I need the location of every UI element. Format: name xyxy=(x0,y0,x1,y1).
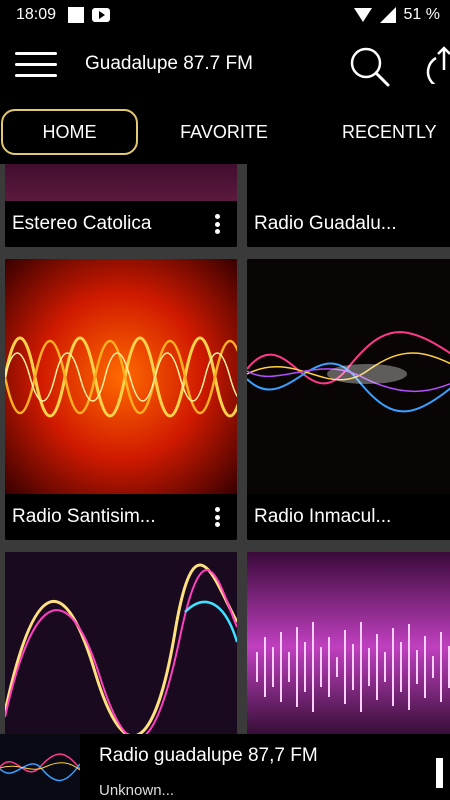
station-card[interactable]: Radio Santisim... xyxy=(5,259,237,540)
station-card[interactable] xyxy=(5,552,237,734)
player-artwork xyxy=(0,734,80,800)
menu-icon[interactable] xyxy=(15,52,57,78)
station-artwork xyxy=(5,164,237,201)
battery-percent: 51 % xyxy=(403,6,440,23)
more-options-icon[interactable] xyxy=(215,214,221,234)
station-artwork xyxy=(247,259,450,494)
pause-icon[interactable] xyxy=(436,758,450,788)
station-artwork xyxy=(247,552,450,734)
status-time: 18:09 xyxy=(16,6,57,23)
station-name: Radio Guadalu... xyxy=(254,213,397,234)
signal-icon xyxy=(379,7,396,23)
app-title: Guadalupe 87.7 FM xyxy=(85,53,253,74)
more-options-icon[interactable] xyxy=(215,507,221,527)
tab-bar: HOME FAVORITE RECENTLY xyxy=(0,100,450,164)
station-name: Radio Inmacul... xyxy=(254,506,392,527)
app-bar: Guadalupe 87.7 FM xyxy=(0,30,450,100)
station-grid: Estereo Catolica Radio Guadalu... Radio … xyxy=(0,164,450,734)
station-card[interactable] xyxy=(247,552,450,734)
station-card[interactable]: Estereo Catolica xyxy=(5,164,237,247)
notification-icon xyxy=(68,7,85,23)
mini-player[interactable]: Radio guadalupe 87,7 FM Unknown... xyxy=(0,734,450,800)
station-name: Radio Santisim... xyxy=(12,506,156,527)
status-bar: 18:09 51 % xyxy=(0,0,450,30)
station-artwork xyxy=(5,552,237,734)
search-icon[interactable] xyxy=(348,45,392,89)
station-card[interactable]: Radio Inmacul... xyxy=(247,259,450,540)
tab-recently[interactable]: RECENTLY xyxy=(342,109,450,155)
player-title: Radio guadalupe 87,7 FM xyxy=(99,745,318,766)
player-subtitle: Unknown... xyxy=(99,782,175,799)
youtube-icon xyxy=(92,8,111,22)
wifi-icon xyxy=(353,8,372,22)
station-name: Estereo Catolica xyxy=(12,213,152,234)
station-artwork xyxy=(5,259,237,494)
tab-home[interactable]: HOME xyxy=(1,109,138,155)
station-card[interactable]: Radio Guadalu... xyxy=(247,164,450,247)
station-artwork xyxy=(247,164,450,201)
share-icon[interactable] xyxy=(424,44,450,84)
tab-favorite[interactable]: FAVORITE xyxy=(160,109,288,155)
